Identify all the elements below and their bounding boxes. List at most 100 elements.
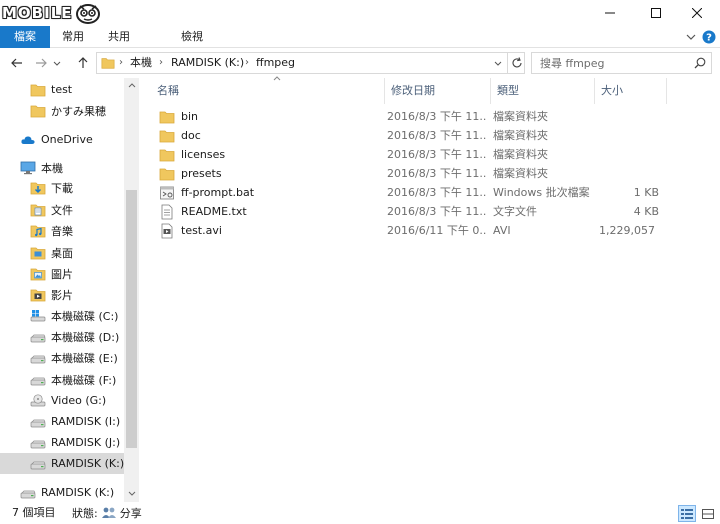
file-name: presets (181, 167, 222, 180)
file-row[interactable]: bin 2016/8/3 下午 11... 檔案資料夾 (153, 107, 673, 126)
tab-home[interactable]: 常用 (52, 26, 94, 48)
file-row[interactable]: doc 2016/8/3 下午 11... 檔案資料夾 (153, 126, 673, 145)
forward-button[interactable] (30, 52, 52, 74)
back-button[interactable] (6, 52, 28, 74)
column-label: 類型 (497, 84, 519, 97)
logo-face-icon (75, 4, 100, 24)
file-name-cell: presets (159, 164, 383, 183)
breadcrumb-ffmpeg[interactable]: ffmpeg (256, 53, 295, 73)
tab-share[interactable]: 共用 (98, 26, 140, 48)
folder-icon (30, 82, 46, 98)
file-row[interactable]: ff-prompt.bat 2016/8/3 下午 11... Windows 批次… (153, 183, 673, 202)
breadcrumb-this-pc[interactable]: 本機 (130, 53, 152, 73)
file-type: AVI (493, 224, 511, 237)
nav-item-videos[interactable]: 影片 (0, 284, 124, 305)
nav-item-label: かすみ果穂 (51, 104, 106, 118)
expand-ribbon-button[interactable] (682, 26, 700, 48)
close-button[interactable] (674, 0, 720, 26)
arrow-up-icon (78, 57, 88, 68)
file-type: 檔案資料夾 (493, 110, 548, 123)
column-header-size[interactable]: 大小 (595, 78, 667, 104)
music-folder-icon (30, 223, 46, 239)
nav-item-onedrive[interactable]: OneDrive (0, 129, 124, 150)
file-type: Windows 批次檔案 (493, 186, 590, 199)
file-size (599, 164, 659, 183)
video-file-icon (159, 223, 175, 239)
file-name-cell: ff-prompt.bat (159, 183, 383, 202)
nav-item-label: 桌面 (51, 246, 73, 260)
folder-icon (159, 128, 175, 144)
nav-item-ramdisk-i[interactable]: RAMDISK (I:) (0, 411, 124, 432)
address-bar[interactable]: › 本機 › RAMDISK (K:) › ffmpeg (96, 52, 525, 74)
file-date: 2016/8/3 下午 11... (387, 129, 487, 142)
help-icon: ? (702, 30, 716, 44)
drive-icon (20, 485, 36, 501)
minimize-button[interactable] (587, 0, 633, 26)
nav-item-ramdisk-j[interactable]: RAMDISK (J:) (0, 432, 124, 453)
file-name: licenses (181, 148, 226, 161)
file-row[interactable]: licenses 2016/8/3 下午 11... 檔案資料夾 (153, 145, 673, 164)
nav-item-downloads[interactable]: 下載 (0, 177, 124, 198)
folder-icon (30, 103, 46, 119)
nav-item-label: 本機磁碟 (C:) (51, 309, 119, 323)
help-button[interactable]: ? (701, 26, 717, 48)
nav-item-this-pc[interactable]: 本機 (0, 157, 124, 178)
breadcrumb-separator: › (159, 57, 163, 68)
desktop-folder-icon (30, 245, 46, 261)
refresh-button[interactable] (507, 53, 525, 73)
file-size (599, 107, 659, 126)
breadcrumb-separator: › (119, 57, 123, 68)
drive-icon (30, 414, 46, 430)
column-label: 名稱 (157, 84, 179, 97)
folder-icon (159, 147, 175, 163)
large-icons-view-button[interactable] (699, 505, 717, 522)
breadcrumb-separator: › (245, 57, 249, 68)
tab-view[interactable]: 檢視 (171, 26, 213, 48)
nav-item-label: 本機磁碟 (D:) (51, 330, 120, 344)
nav-item-label: 本機磁碟 (F:) (51, 373, 117, 387)
file-row[interactable]: README.txt 2016/8/3 下午 11... 文字文件 4 KB (153, 202, 673, 221)
breadcrumb-ramdisk-k[interactable]: RAMDISK (K:) (171, 53, 244, 73)
nav-item-test[interactable]: test (0, 79, 124, 100)
chevron-down-icon (53, 61, 61, 66)
nav-item-desktop[interactable]: 桌面 (0, 242, 124, 263)
tab-file[interactable]: 檔案 (0, 26, 50, 48)
nav-item-drive-d[interactable]: 本機磁碟 (D:) (0, 326, 124, 347)
nav-item-ramdisk-k[interactable]: RAMDISK (K:) (0, 453, 124, 474)
scroll-down-button[interactable] (124, 486, 139, 500)
nav-item-music[interactable]: 音樂 (0, 220, 124, 241)
file-type: 檔案資料夾 (493, 129, 548, 142)
column-header-name[interactable]: 名稱 (151, 76, 385, 104)
nav-item-pictures[interactable]: 圖片 (0, 263, 124, 284)
pictures-folder-icon (30, 266, 46, 282)
minimize-icon (605, 12, 615, 14)
nav-item-label: 圖片 (51, 267, 73, 281)
nav-item-documents[interactable]: 文件 (0, 199, 124, 220)
navigation-scrollbar[interactable] (124, 78, 139, 502)
nav-item-drive-e[interactable]: 本機磁碟 (E:) (0, 347, 124, 368)
drive-icon (30, 435, 46, 451)
search-icon[interactable] (694, 57, 706, 69)
nav-item-drive-c[interactable]: 本機磁碟 (C:) (0, 305, 124, 326)
details-view-button[interactable] (678, 505, 696, 522)
file-name: bin (181, 110, 199, 123)
scroll-up-button[interactable] (124, 78, 139, 92)
file-name-cell: licenses (159, 145, 383, 164)
nav-item-video-g[interactable]: Video (G:) (0, 390, 124, 411)
address-history-button[interactable] (490, 53, 506, 73)
nav-item-kasumi-kaho[interactable]: かすみ果穂 (0, 100, 124, 121)
up-button[interactable] (72, 52, 94, 74)
search-input[interactable] (540, 55, 688, 71)
maximize-button[interactable] (633, 0, 679, 26)
ribbon: 檔案 常用 共用 檢視 ? (0, 26, 720, 48)
column-header-date[interactable]: 修改日期 (385, 78, 491, 104)
recent-locations-button[interactable] (50, 52, 64, 74)
column-header-type[interactable]: 類型 (491, 78, 595, 104)
computer-icon (20, 160, 36, 176)
nav-item-drive-f[interactable]: 本機磁碟 (F:) (0, 369, 124, 390)
scrollbar-thumb[interactable] (126, 190, 137, 448)
file-row[interactable]: test.avi 2016/6/11 下午 0... AVI 1,229,057 ..… (153, 221, 673, 240)
file-row[interactable]: presets 2016/8/3 下午 11... 檔案資料夾 (153, 164, 673, 183)
nav-item-ramdisk-k-network[interactable]: RAMDISK (K:) (0, 482, 124, 502)
item-count: 7 個項目 (12, 506, 56, 519)
